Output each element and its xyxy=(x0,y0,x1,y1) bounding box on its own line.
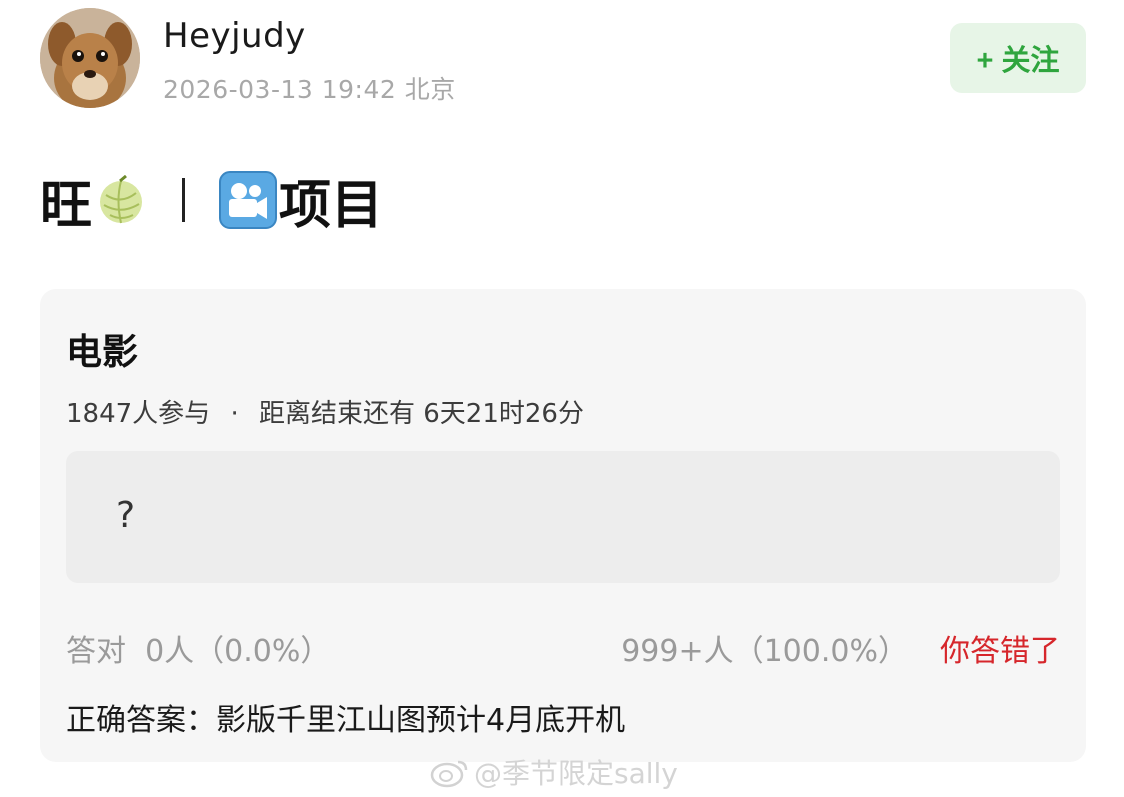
watermark: @季节限定sally xyxy=(430,752,678,792)
quiz-title: 电影 xyxy=(66,332,139,373)
follow-button[interactable]: + 关注 xyxy=(950,23,1086,93)
dog-avatar-icon xyxy=(40,8,140,108)
post-location: 北京 xyxy=(404,75,456,104)
quiz-stats: 1847人参与 · 距离结束还有 6天21时26分 xyxy=(66,393,584,430)
melon-icon xyxy=(100,175,143,224)
user-result: 你答错了 xyxy=(940,634,1060,669)
result-summary: 999+人（100.0%） 你答错了 xyxy=(621,626,1060,670)
countdown: 距离结束还有 6天21时26分 xyxy=(258,399,584,429)
stats-separator: · xyxy=(230,399,239,429)
post-text-end: 项目 xyxy=(279,175,384,236)
quiz-card: 电影 1847人参与 · 距离结束还有 6天21时26分 ? 答对 0人（0.0… xyxy=(40,289,1086,762)
correct-stat: 答对 0人（0.0%） xyxy=(66,634,331,669)
wrong-stat: 999+人（100.0%） xyxy=(621,634,908,669)
post-text: 旺 项目 xyxy=(40,165,384,236)
answer-option[interactable]: ? xyxy=(66,451,1060,583)
post-timestamp: 2026-03-13 19:42 xyxy=(163,75,397,104)
separator-bar xyxy=(182,178,186,222)
avatar[interactable] xyxy=(40,8,140,108)
weibo-icon xyxy=(430,760,468,788)
watermark-text: @季节限定sally xyxy=(474,757,678,790)
post-page: Heyjudy 2026-03-13 19:42 北京 + 关注 旺 项目 电影… xyxy=(0,0,1124,797)
username[interactable]: Heyjudy xyxy=(163,16,306,56)
post-text-start: 旺 xyxy=(40,175,93,236)
answer-text: ? xyxy=(116,495,136,536)
movie-camera-icon xyxy=(219,171,278,229)
participant-count: 1847人参与 xyxy=(66,399,211,429)
correct-answer: 正确答案：影版千里江山图预计4月底开机 xyxy=(66,703,626,738)
post-meta: 2026-03-13 19:42 北京 xyxy=(163,70,456,106)
